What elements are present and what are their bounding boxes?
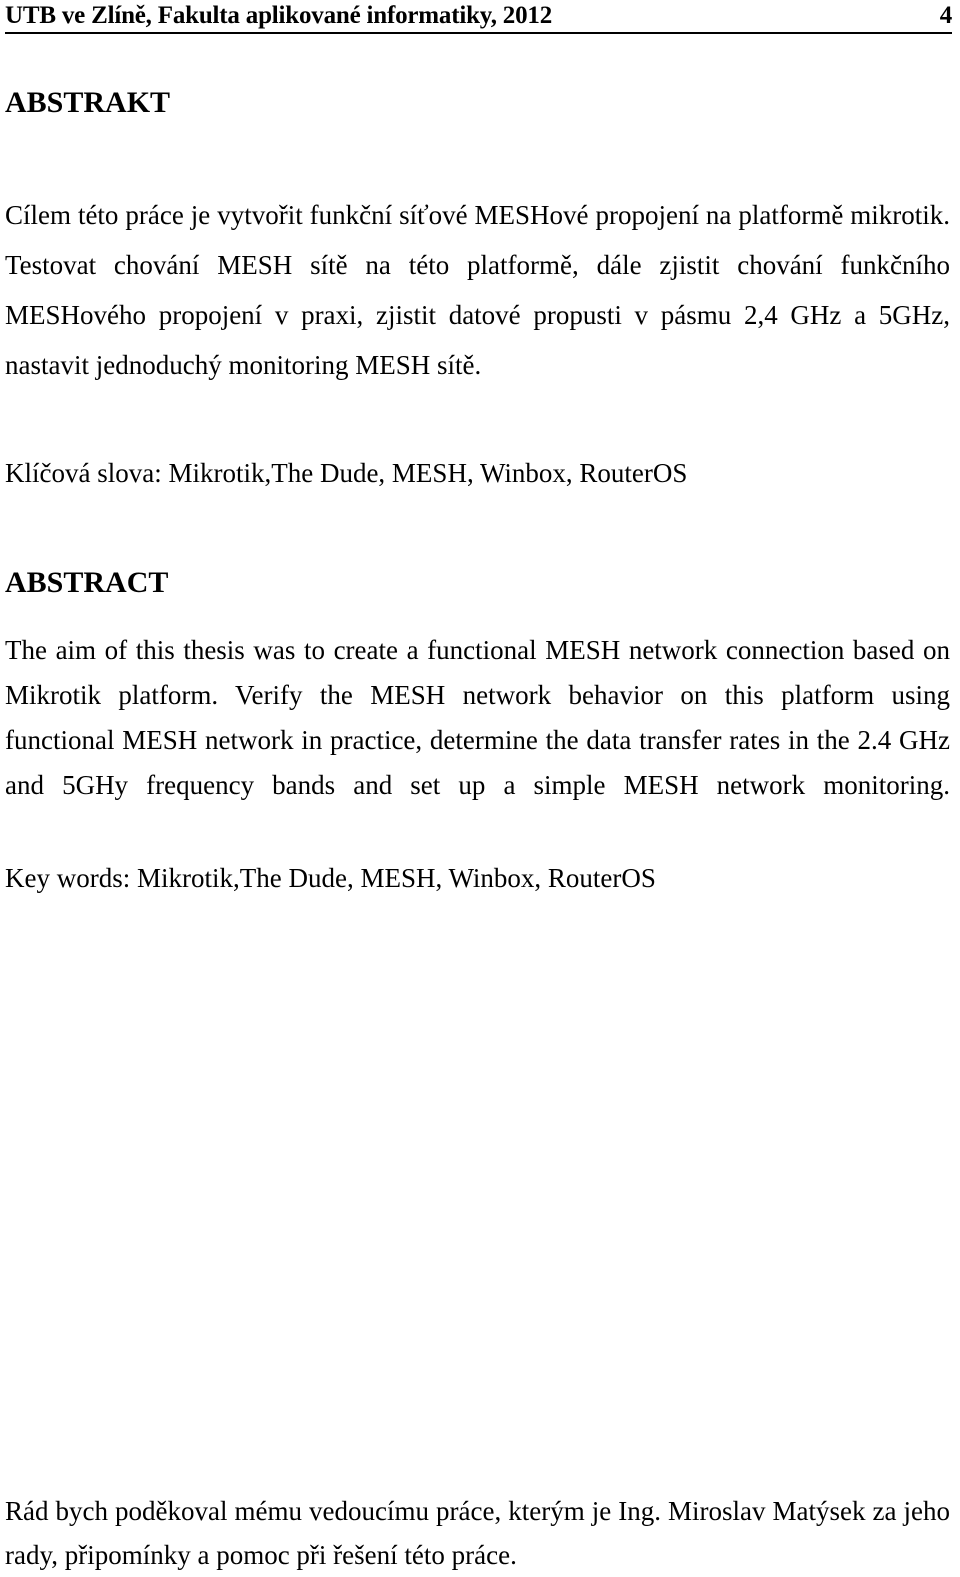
header-divider (5, 32, 952, 34)
abstract-paragraph: The aim of this thesis was to create a f… (5, 635, 950, 800)
abstrakt-paragraph: Cílem této práce je vytvořit funkční síť… (5, 200, 950, 380)
document-page: UTB ve Zlíně, Fakulta aplikované informa… (0, 0, 960, 1574)
header-title: UTB ve Zlíně, Fakulta aplikované informa… (5, 2, 553, 29)
running-header: UTB ve Zlíně, Fakulta aplikované informa… (5, 2, 952, 30)
czech-keywords: Klíčová slova: Mikrotik,The Dude, MESH, … (5, 458, 688, 488)
page-number: 4 (939, 2, 953, 29)
acknowledgement-paragraph: Rád bych poděkoval mému vedoucímu práce,… (5, 1496, 950, 1570)
english-keywords: Key words: Mikrotik,The Dude, MESH, Winb… (5, 863, 656, 893)
abstract-heading: ABSTRACT (5, 566, 169, 599)
abstrakt-heading: ABSTRAKT (5, 86, 171, 119)
